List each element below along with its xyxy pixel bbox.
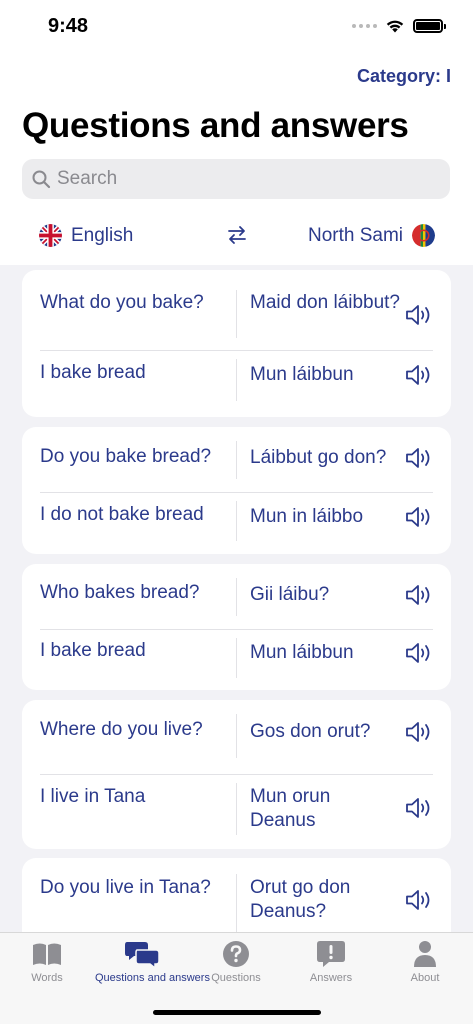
- tab-about[interactable]: About: [378, 939, 472, 984]
- qa-row[interactable]: I bake bread Mun láibbun: [22, 351, 451, 417]
- tab-label: Words: [31, 972, 63, 984]
- speaker-icon[interactable]: [405, 796, 434, 820]
- sami-flag-icon: [412, 224, 435, 247]
- search-bar[interactable]: [22, 159, 450, 199]
- tab-label: Questions and answers: [95, 972, 210, 984]
- answer-text: Mun orun Deanus: [250, 786, 331, 831]
- question-text: I do not bake bread: [40, 504, 204, 525]
- qa-card: What do you bake? Maid don láibbut? I ba…: [22, 270, 451, 417]
- answer-text: Mun láibbun: [250, 364, 354, 385]
- tab-words[interactable]: Words: [0, 939, 94, 984]
- column-divider: [236, 359, 237, 401]
- home-indicator: [153, 1010, 321, 1015]
- tab-label: Answers: [309, 972, 353, 984]
- tab-label: Questions: [211, 972, 261, 984]
- category-link[interactable]: Category: I: [357, 66, 451, 87]
- tab-answers[interactable]: Answers: [284, 939, 378, 984]
- speaker-icon[interactable]: [405, 446, 434, 470]
- qa-card: Where do you live? Gos don orut? I live …: [22, 700, 451, 849]
- qa-row[interactable]: What do you bake? Maid don láibbut?: [22, 270, 451, 350]
- answer-text: Orut go don Deanus?: [250, 877, 351, 922]
- tab-questions[interactable]: Questions: [189, 939, 283, 984]
- exclamation-bubble-icon: [317, 941, 345, 967]
- qa-row[interactable]: Who bakes bread? Gii láibu?: [22, 564, 451, 629]
- tab-label: About: [410, 972, 440, 984]
- question-text: What do you bake?: [40, 292, 204, 313]
- qa-row[interactable]: I do not bake bread Mun in láibbo: [22, 493, 451, 554]
- column-divider: [236, 501, 237, 541]
- source-language-name: English: [71, 224, 134, 246]
- question-text: I bake bread: [40, 362, 146, 383]
- battery-icon: [413, 18, 446, 33]
- question-text: I bake bread: [40, 640, 146, 661]
- speaker-icon[interactable]: [405, 583, 434, 607]
- column-divider: [236, 714, 237, 758]
- status-bar: 9:48: [0, 0, 473, 52]
- page-title: Questions and answers: [22, 106, 409, 145]
- answer-text: Gos don orut?: [250, 721, 371, 742]
- answer-text: Gii láibu?: [250, 584, 330, 605]
- chat-bubbles-icon: [125, 942, 159, 969]
- answer-text: Láibbut go don?: [250, 447, 387, 468]
- signal-dots-icon: [352, 23, 377, 28]
- qa-card: Who bakes bread? Gii láibu? I bake bread…: [22, 564, 451, 690]
- qa-row[interactable]: I bake bread Mun láibbun: [22, 630, 451, 690]
- answer-text: Maid don láibbut?: [250, 292, 400, 313]
- search-input[interactable]: [57, 168, 427, 190]
- qa-row[interactable]: Where do you live? Gos don orut?: [22, 700, 451, 774]
- question-text: I live in Tana: [40, 786, 146, 807]
- search-icon: [32, 170, 51, 189]
- qa-card: Do you bake bread? Láibbut go don? I do …: [22, 427, 451, 554]
- tab-questions-and-answers[interactable]: Questions and answers: [95, 939, 210, 984]
- column-divider: [236, 441, 237, 479]
- language-bar: English North Sami: [0, 215, 473, 259]
- swap-arrows-icon[interactable]: [225, 223, 249, 247]
- column-divider: [236, 638, 237, 678]
- uk-flag-icon: [39, 224, 62, 247]
- column-divider: [236, 578, 237, 616]
- person-icon: [414, 941, 436, 967]
- target-language-button[interactable]: North Sami: [308, 224, 435, 247]
- speaker-icon[interactable]: [405, 363, 434, 387]
- speaker-icon[interactable]: [405, 641, 434, 665]
- question-text: Who bakes bread?: [40, 582, 200, 603]
- question-text: Do you live in Tana?: [40, 877, 211, 898]
- qa-row[interactable]: Do you bake bread? Láibbut go don?: [22, 427, 451, 492]
- column-divider: [236, 783, 237, 835]
- column-divider: [236, 290, 237, 338]
- source-language-button[interactable]: English: [39, 224, 133, 247]
- question-text: Do you bake bread?: [40, 446, 212, 467]
- status-icons: [352, 18, 446, 33]
- speaker-icon[interactable]: [405, 888, 434, 912]
- qa-row[interactable]: I live in Tana Mun orun Deanus: [22, 775, 451, 849]
- qa-row[interactable]: Do you live in Tana? Orut go don Deanus?: [22, 858, 451, 932]
- answer-text: Mun in láibbo: [250, 506, 364, 527]
- speaker-icon[interactable]: [405, 505, 434, 529]
- question-text: Where do you live?: [40, 719, 203, 740]
- wifi-icon: [386, 20, 404, 33]
- book-icon: [33, 943, 61, 965]
- answer-text: Mun láibbun: [250, 642, 354, 663]
- speaker-icon[interactable]: [405, 720, 434, 744]
- qa-list[interactable]: What do you bake? Maid don láibbut? I ba…: [0, 265, 473, 932]
- qa-card: Do you live in Tana? Orut go don Deanus?: [22, 858, 451, 932]
- question-circle-icon: [223, 941, 249, 967]
- speaker-icon[interactable]: [405, 303, 434, 327]
- target-language-name: North Sami: [307, 224, 403, 246]
- column-divider: [236, 874, 237, 932]
- status-time: 9:48: [48, 15, 89, 37]
